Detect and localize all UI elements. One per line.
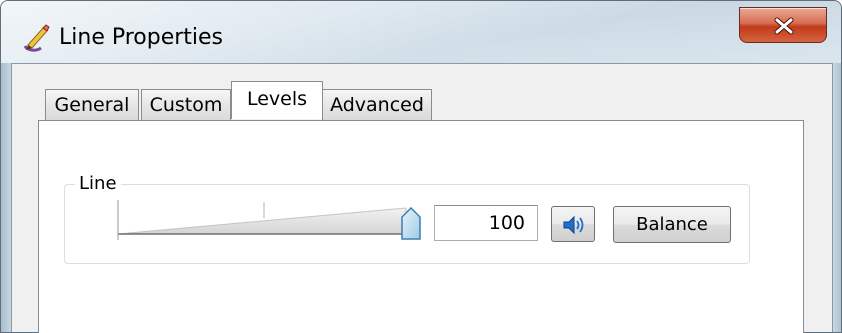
mute-button[interactable] — [551, 206, 595, 242]
tab-custom[interactable]: Custom — [141, 89, 231, 121]
tab-levels[interactable]: Levels — [231, 81, 323, 119]
pencil-brush-icon — [21, 22, 51, 54]
line-group-label: Line — [75, 173, 121, 195]
title-bar[interactable]: Line Properties — [1, 1, 841, 63]
balance-button[interactable]: Balance — [613, 206, 731, 243]
window-frame-left — [1, 63, 11, 332]
line-level-slider[interactable] — [110, 196, 426, 250]
close-button[interactable] — [739, 7, 827, 43]
level-value-field[interactable]: 100 — [434, 205, 538, 241]
tab-advanced[interactable]: Advanced — [322, 89, 432, 121]
slider-thumb[interactable] — [400, 206, 422, 241]
window-frame-right — [833, 63, 841, 332]
tab-general[interactable]: General — [45, 89, 139, 121]
window-title: Line Properties — [59, 25, 224, 50]
slider-track — [117, 200, 407, 240]
